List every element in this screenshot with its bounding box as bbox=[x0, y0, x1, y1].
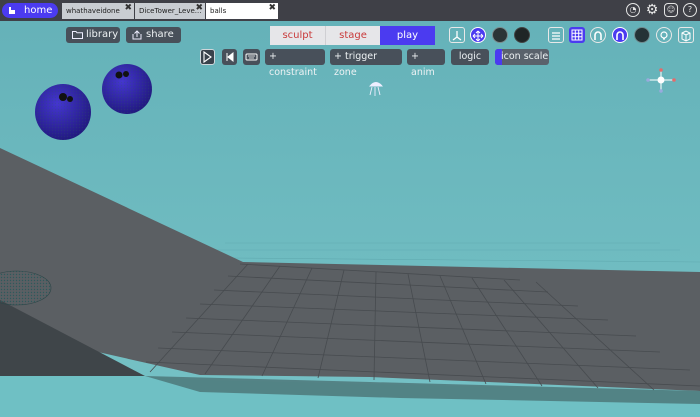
gauge-icon[interactable]: ◔ bbox=[626, 3, 640, 17]
tab-balls[interactable]: balls ✖ bbox=[206, 3, 278, 19]
magnet-icon[interactable] bbox=[590, 27, 606, 43]
tab-home[interactable]: home bbox=[2, 3, 58, 18]
mode-play[interactable]: play bbox=[380, 26, 435, 45]
help-icon[interactable]: ? bbox=[683, 3, 697, 17]
logic-label: logic bbox=[458, 51, 482, 62]
tab-label: balls bbox=[210, 7, 227, 15]
ball-left[interactable] bbox=[35, 84, 91, 140]
texture-ball-icon[interactable] bbox=[634, 27, 650, 43]
mode-stage[interactable]: stage bbox=[325, 26, 380, 45]
library-label: library bbox=[86, 29, 119, 40]
tab-label: whathaveidone bbox=[66, 7, 120, 15]
add-anim-button[interactable]: + anim bbox=[407, 49, 445, 78]
library-button[interactable]: library bbox=[66, 27, 120, 43]
grid-icon[interactable] bbox=[569, 27, 585, 43]
snap-arc-icon[interactable] bbox=[612, 27, 628, 43]
ball-right[interactable] bbox=[102, 64, 152, 114]
material-ball-black-icon[interactable] bbox=[514, 27, 530, 43]
mode-stage-label: stage bbox=[339, 30, 367, 41]
icon-scale-slider[interactable]: icon scale bbox=[495, 49, 549, 65]
close-icon[interactable]: ✖ bbox=[195, 3, 203, 14]
tab-dicetower[interactable]: DiceTower_Leve... ✖ bbox=[135, 3, 205, 19]
anim-label: + anim bbox=[411, 51, 435, 78]
rewind-button[interactable] bbox=[222, 49, 237, 65]
tab-home-label: home bbox=[24, 5, 53, 16]
add-constraint-button[interactable]: + constraint bbox=[265, 49, 325, 78]
home-icon bbox=[9, 7, 15, 14]
share-icon bbox=[132, 30, 142, 40]
tab-label: DiceTower_Leve... bbox=[139, 7, 202, 15]
discord-icon[interactable]: ☺ bbox=[664, 3, 678, 17]
close-icon[interactable]: ✖ bbox=[124, 3, 132, 14]
share-button[interactable]: share bbox=[126, 27, 181, 43]
folder-icon bbox=[72, 31, 83, 39]
tab-whathaveidone[interactable]: whathaveidone ✖ bbox=[62, 3, 134, 19]
share-label: share bbox=[146, 29, 174, 40]
cube-icon[interactable] bbox=[678, 27, 694, 43]
mode-play-label: play bbox=[396, 30, 419, 41]
logic-button[interactable]: logic bbox=[451, 49, 489, 65]
play-cursor-button[interactable] bbox=[200, 49, 215, 65]
keyboard-button[interactable] bbox=[243, 49, 260, 65]
transform-gizmo-icon[interactable] bbox=[449, 27, 465, 43]
add-trigger-zone-button[interactable]: + trigger zone bbox=[330, 49, 402, 78]
constraint-label: + constraint bbox=[269, 51, 317, 78]
close-icon[interactable]: ✖ bbox=[268, 3, 276, 14]
icon-scale-label: icon scale bbox=[501, 51, 549, 62]
mode-sculpt[interactable]: sculpt bbox=[270, 26, 325, 45]
move-icon[interactable] bbox=[470, 27, 486, 43]
tab-bar: home whathaveidone ✖ DiceTower_Leve... ✖… bbox=[0, 0, 700, 21]
gear-icon[interactable]: ⚙ bbox=[645, 3, 659, 17]
lightbulb-icon[interactable] bbox=[656, 27, 672, 43]
material-ball-dark-icon[interactable] bbox=[492, 27, 508, 43]
mode-sculpt-label: sculpt bbox=[282, 30, 313, 41]
list-icon[interactable] bbox=[548, 27, 564, 43]
